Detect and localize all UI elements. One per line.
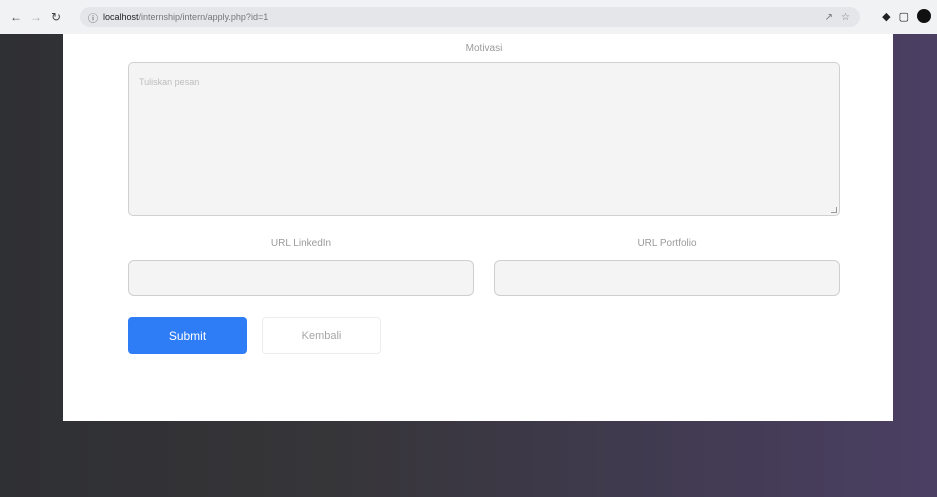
- resize-handle-icon[interactable]: [831, 207, 837, 213]
- cancel-button[interactable]: Kembali: [262, 317, 381, 354]
- forward-icon[interactable]: →: [28, 9, 44, 25]
- linkedin-label: URL LinkedIn: [270, 238, 332, 249]
- back-icon[interactable]: ←: [8, 9, 24, 25]
- browser-toolbar: ← → ↻ ⓘ localhost /internship/intern/app…: [0, 0, 937, 34]
- message-textarea[interactable]: Tuliskan pesan: [128, 62, 840, 216]
- submit-button[interactable]: Submit: [128, 317, 247, 354]
- profile-avatar[interactable]: [917, 9, 931, 23]
- portfolio-url-input[interactable]: [494, 260, 840, 296]
- message-label: Motivasi: [465, 43, 503, 54]
- message-placeholder: Tuliskan pesan: [139, 77, 200, 87]
- url-host: localhost: [103, 12, 139, 22]
- share-icon[interactable]: ↗: [825, 12, 833, 23]
- url-path: /internship/intern/apply.php?id=1: [138, 12, 269, 22]
- address-bar[interactable]: ⓘ localhost /internship/intern/apply.php…: [80, 7, 860, 27]
- extensions-icon[interactable]: ◆: [882, 10, 890, 23]
- portfolio-label: URL Portfolio: [637, 238, 697, 249]
- sidepanel-icon[interactable]: ▢: [899, 10, 909, 23]
- linkedin-url-input[interactable]: [128, 260, 474, 296]
- site-info-icon[interactable]: ⓘ: [88, 10, 98, 25]
- application-form-card: Motivasi Tuliskan pesan URL LinkedIn URL…: [63, 34, 893, 421]
- bookmark-star-icon[interactable]: ☆: [841, 12, 850, 23]
- reload-icon[interactable]: ↻: [48, 9, 64, 25]
